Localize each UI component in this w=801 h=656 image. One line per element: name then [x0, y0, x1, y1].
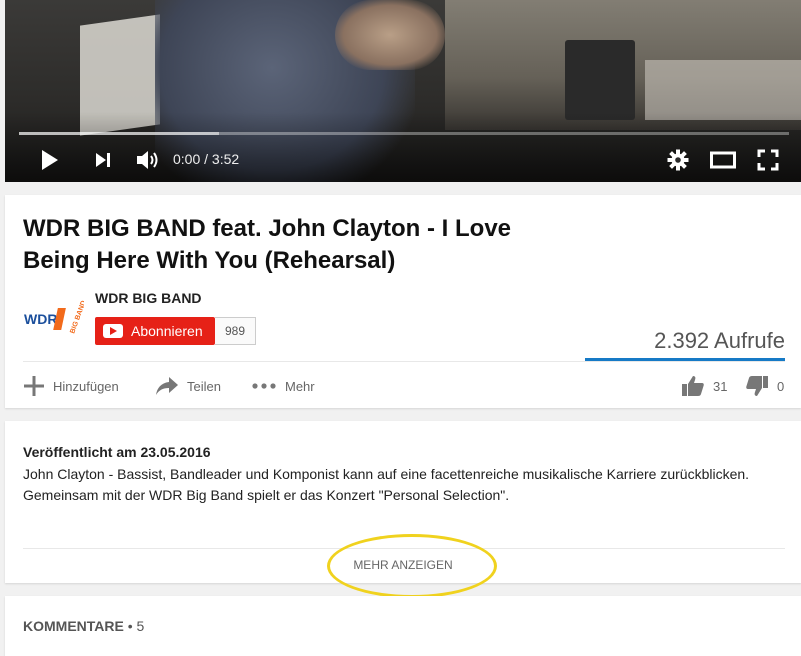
- progress-bar[interactable]: [19, 132, 789, 135]
- description-card: Veröffentlicht am 23.05.2016 John Clayto…: [5, 421, 801, 598]
- progress-loaded: [19, 132, 220, 135]
- comments-header: KOMMENTARE • 5: [23, 618, 144, 634]
- more-dots-icon: [252, 383, 276, 389]
- current-time: 0:00: [173, 151, 201, 167]
- player-controls: 0:00 / 3:52: [5, 140, 801, 180]
- plus-icon: [24, 376, 44, 396]
- play-icon: [42, 150, 58, 170]
- video-player[interactable]: 0:00 / 3:52: [5, 0, 801, 182]
- video-frame-speaker: [565, 40, 635, 120]
- next-icon: [96, 153, 110, 167]
- dislike-count: 0: [777, 378, 785, 394]
- subscriber-count: 989: [215, 317, 256, 345]
- logo-bigband-text: BIG BAND: [69, 300, 84, 335]
- share-button[interactable]: Teilen: [155, 375, 221, 397]
- next-button[interactable]: [89, 148, 117, 172]
- theater-mode-icon: [710, 151, 736, 169]
- video-info-card: WDR BIG BAND feat. John Clayton - I Love…: [5, 195, 801, 408]
- like-count: 31: [713, 378, 728, 394]
- video-frame-hands: [335, 0, 445, 70]
- thumbs-down-icon: [746, 376, 768, 396]
- more-actions-label: Mehr: [285, 378, 315, 394]
- time-display: 0:00 / 3:52: [173, 151, 239, 167]
- view-count: 2.392 Aufrufe: [654, 328, 785, 353]
- dislike-button[interactable]: 0: [745, 375, 784, 397]
- video-frame-panel: [645, 60, 801, 120]
- share-label: Teilen: [187, 378, 221, 394]
- channel-logo[interactable]: WDR BIG BAND: [22, 298, 88, 336]
- share-icon: [156, 377, 178, 395]
- theater-mode-button[interactable]: [707, 148, 739, 172]
- description-text: John Clayton - Bassist, Bandleader und K…: [23, 466, 750, 503]
- add-to-label: Hinzufügen: [53, 378, 119, 394]
- fullscreen-icon: [757, 149, 779, 171]
- play-button[interactable]: [35, 148, 63, 172]
- duration: 3:52: [211, 151, 240, 167]
- thumbs-up-icon: [682, 376, 704, 396]
- more-actions-button[interactable]: Mehr: [251, 375, 315, 397]
- subscribe-button[interactable]: Abonnieren: [95, 317, 215, 345]
- fullscreen-button[interactable]: [755, 148, 781, 172]
- like-button[interactable]: 31: [681, 375, 727, 397]
- youtube-play-icon: [103, 324, 123, 338]
- time-separator: /: [204, 151, 209, 167]
- action-bar: Hinzufügen Teilen Mehr 31 0: [5, 367, 801, 403]
- logo-wdr-text: WDR: [24, 311, 57, 327]
- divider: [23, 361, 785, 362]
- publish-date: Veröffentlicht am 23.05.2016: [23, 444, 211, 460]
- comments-label: KOMMENTARE: [23, 618, 124, 634]
- comments-separator: •: [127, 618, 133, 634]
- add-to-button[interactable]: Hinzufügen: [23, 375, 119, 397]
- channel-name[interactable]: WDR BIG BAND: [95, 290, 202, 306]
- comments-card: KOMMENTARE • 5: [5, 596, 801, 656]
- settings-button[interactable]: [665, 148, 691, 172]
- settings-gear-icon: [667, 149, 689, 171]
- mute-button[interactable]: [133, 148, 163, 172]
- video-title: WDR BIG BAND feat. John Clayton - I Love…: [23, 215, 512, 274]
- comments-count: 5: [136, 618, 145, 634]
- volume-icon: [137, 151, 158, 169]
- highlight-ellipse: [327, 534, 497, 598]
- wdr-big-band-logo: WDR BIG BAND: [24, 300, 88, 335]
- subscribe-label: Abonnieren: [131, 323, 203, 339]
